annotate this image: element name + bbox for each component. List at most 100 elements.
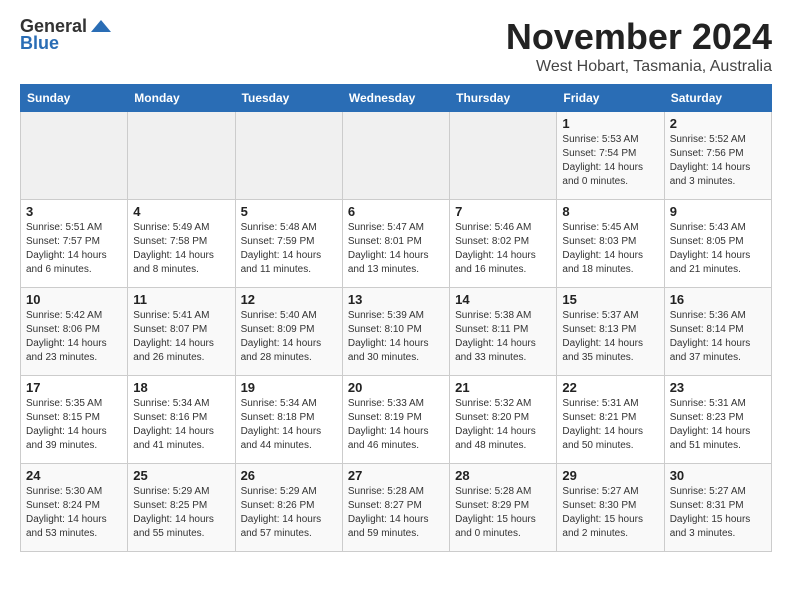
day-info: Sunrise: 5:27 AMSunset: 8:31 PMDaylight:… <box>670 485 766 541</box>
calendar-cell: 20 Sunrise: 5:33 AMSunset: 8:19 PMDayligh… <box>342 376 449 464</box>
day-info: Sunrise: 5:36 AMSunset: 8:14 PMDaylight:… <box>670 309 766 365</box>
day-info: Sunrise: 5:40 AMSunset: 8:09 PMDaylight:… <box>241 309 337 365</box>
calendar-cell: 12Sunrise: 5:40 AMSunset: 8:09 PMDayligh… <box>235 288 342 376</box>
day-info: Sunrise: 5:49 AMSunset: 7:58 PMDaylight:… <box>133 221 229 277</box>
header-friday: Friday <box>557 85 664 112</box>
day-info: Sunrise: 5:37 AMSunset: 8:13 PMDaylight:… <box>562 309 658 365</box>
location-title: West Hobart, Tasmania, Australia <box>506 58 772 76</box>
day-number: 18 <box>133 380 229 395</box>
calendar-cell: 23 Sunrise: 5:31 AMSunset: 8:23 PMDayligh… <box>664 376 771 464</box>
day-number: 13 <box>348 292 444 307</box>
calendar-week-row: 10 Sunrise: 5:42 AMSunset: 8:06 PMDayligh… <box>21 288 772 376</box>
calendar-week-row: 1Sunrise: 5:53 AMSunset: 7:54 PMDaylight… <box>21 112 772 200</box>
calendar-cell: 25Sunrise: 5:29 AMSunset: 8:25 PMDayligh… <box>128 464 235 552</box>
calendar-cell <box>128 112 235 200</box>
day-info: Sunrise: 5:39 AMSunset: 8:10 PMDaylight:… <box>348 309 444 365</box>
calendar-cell: 3Sunrise: 5:51 AMSunset: 7:57 PMDaylight… <box>21 200 128 288</box>
calendar-cell: 22 Sunrise: 5:31 AMSunset: 8:21 PMDayligh… <box>557 376 664 464</box>
day-number: 17 <box>26 380 122 395</box>
day-info: Sunrise: 5:47 AMSunset: 8:01 PMDaylight:… <box>348 221 444 277</box>
day-info: Sunrise: 5:45 AMSunset: 8:03 PMDaylight:… <box>562 221 658 277</box>
header-tuesday: Tuesday <box>235 85 342 112</box>
day-number: 14 <box>455 292 551 307</box>
logo-icon <box>89 18 111 34</box>
day-info: Sunrise: 5:31 AMSunset: 8:21 PMDaylight:… <box>562 397 658 453</box>
calendar-cell: 6 Sunrise: 5:47 AMSunset: 8:01 PMDaylight… <box>342 200 449 288</box>
day-number: 22 <box>562 380 658 395</box>
day-number: 21 <box>455 380 551 395</box>
header-saturday: Saturday <box>664 85 771 112</box>
day-number: 25 <box>133 468 229 483</box>
calendar-week-row: 24 Sunrise: 5:30 AMSunset: 8:24 PMDayligh… <box>21 464 772 552</box>
day-number: 29 <box>562 468 658 483</box>
calendar-cell: 8 Sunrise: 5:45 AMSunset: 8:03 PMDaylight… <box>557 200 664 288</box>
day-number: 7 <box>455 204 551 219</box>
title-section: November 2024 West Hobart, Tasmania, Aus… <box>506 16 772 76</box>
day-info: Sunrise: 5:43 AMSunset: 8:05 PMDaylight:… <box>670 221 766 277</box>
day-number: 16 <box>670 292 766 307</box>
day-info: Sunrise: 5:42 AMSunset: 8:06 PMDaylight:… <box>26 309 122 365</box>
calendar-cell <box>235 112 342 200</box>
calendar-header-row: Sunday Monday Tuesday Wednesday Thursday… <box>21 85 772 112</box>
header-sunday: Sunday <box>21 85 128 112</box>
day-info: Sunrise: 5:46 AMSunset: 8:02 PMDaylight:… <box>455 221 551 277</box>
day-info: Sunrise: 5:38 AMSunset: 8:11 PMDaylight:… <box>455 309 551 365</box>
day-info: Sunrise: 5:48 AMSunset: 7:59 PMDaylight:… <box>241 221 337 277</box>
header: General Blue November 2024 West Hobart, … <box>20 16 772 76</box>
day-number: 3 <box>26 204 122 219</box>
logo-blue-text: Blue <box>20 33 59 54</box>
day-info: Sunrise: 5:27 AMSunset: 8:30 PMDaylight:… <box>562 485 658 541</box>
calendar-cell: 19Sunrise: 5:34 AMSunset: 8:18 PMDayligh… <box>235 376 342 464</box>
calendar-cell <box>450 112 557 200</box>
day-number: 11 <box>133 292 229 307</box>
header-wednesday: Wednesday <box>342 85 449 112</box>
day-number: 10 <box>26 292 122 307</box>
day-number: 20 <box>348 380 444 395</box>
day-number: 8 <box>562 204 658 219</box>
calendar-cell: 11 Sunrise: 5:41 AMSunset: 8:07 PMDayligh… <box>128 288 235 376</box>
calendar-cell: 17 Sunrise: 5:35 AMSunset: 8:15 PMDayligh… <box>21 376 128 464</box>
day-info: Sunrise: 5:29 AMSunset: 8:26 PMDaylight:… <box>241 485 337 541</box>
month-title: November 2024 <box>506 16 772 58</box>
day-number: 19 <box>241 380 337 395</box>
calendar-cell: 15Sunrise: 5:37 AMSunset: 8:13 PMDayligh… <box>557 288 664 376</box>
header-monday: Monday <box>128 85 235 112</box>
day-number: 24 <box>26 468 122 483</box>
day-info: Sunrise: 5:52 AMSunset: 7:56 PMDaylight:… <box>670 133 766 189</box>
calendar-cell: 30 Sunrise: 5:27 AMSunset: 8:31 PMDayligh… <box>664 464 771 552</box>
day-number: 9 <box>670 204 766 219</box>
day-info: Sunrise: 5:53 AMSunset: 7:54 PMDaylight:… <box>562 133 658 189</box>
day-info: Sunrise: 5:34 AMSunset: 8:16 PMDaylight:… <box>133 397 229 453</box>
day-info: Sunrise: 5:31 AMSunset: 8:23 PMDaylight:… <box>670 397 766 453</box>
logo: General Blue <box>20 16 111 54</box>
day-number: 30 <box>670 468 766 483</box>
calendar-cell: 14 Sunrise: 5:38 AMSunset: 8:11 PMDayligh… <box>450 288 557 376</box>
day-info: Sunrise: 5:35 AMSunset: 8:15 PMDaylight:… <box>26 397 122 453</box>
day-info: Sunrise: 5:41 AMSunset: 8:07 PMDaylight:… <box>133 309 229 365</box>
day-info: Sunrise: 5:28 AMSunset: 8:29 PMDaylight:… <box>455 485 551 541</box>
day-number: 27 <box>348 468 444 483</box>
calendar-cell <box>342 112 449 200</box>
calendar-cell: 28 Sunrise: 5:28 AMSunset: 8:29 PMDayligh… <box>450 464 557 552</box>
day-number: 4 <box>133 204 229 219</box>
day-number: 23 <box>670 380 766 395</box>
calendar-week-row: 17 Sunrise: 5:35 AMSunset: 8:15 PMDayligh… <box>21 376 772 464</box>
day-number: 5 <box>241 204 337 219</box>
day-number: 2 <box>670 116 766 131</box>
day-info: Sunrise: 5:30 AMSunset: 8:24 PMDaylight:… <box>26 485 122 541</box>
calendar-cell: 26Sunrise: 5:29 AMSunset: 8:26 PMDayligh… <box>235 464 342 552</box>
calendar-cell: 21 Sunrise: 5:32 AMSunset: 8:20 PMDayligh… <box>450 376 557 464</box>
day-number: 28 <box>455 468 551 483</box>
calendar-cell: 9 Sunrise: 5:43 AMSunset: 8:05 PMDaylight… <box>664 200 771 288</box>
calendar-week-row: 3Sunrise: 5:51 AMSunset: 7:57 PMDaylight… <box>21 200 772 288</box>
header-thursday: Thursday <box>450 85 557 112</box>
calendar-cell <box>21 112 128 200</box>
day-info: Sunrise: 5:33 AMSunset: 8:19 PMDaylight:… <box>348 397 444 453</box>
day-number: 6 <box>348 204 444 219</box>
calendar-cell: 1Sunrise: 5:53 AMSunset: 7:54 PMDaylight… <box>557 112 664 200</box>
calendar-cell: 13 Sunrise: 5:39 AMSunset: 8:10 PMDayligh… <box>342 288 449 376</box>
calendar-cell: 7 Sunrise: 5:46 AMSunset: 8:02 PMDaylight… <box>450 200 557 288</box>
day-info: Sunrise: 5:28 AMSunset: 8:27 PMDaylight:… <box>348 485 444 541</box>
day-info: Sunrise: 5:32 AMSunset: 8:20 PMDaylight:… <box>455 397 551 453</box>
calendar-cell: 5 Sunrise: 5:48 AMSunset: 7:59 PMDaylight… <box>235 200 342 288</box>
